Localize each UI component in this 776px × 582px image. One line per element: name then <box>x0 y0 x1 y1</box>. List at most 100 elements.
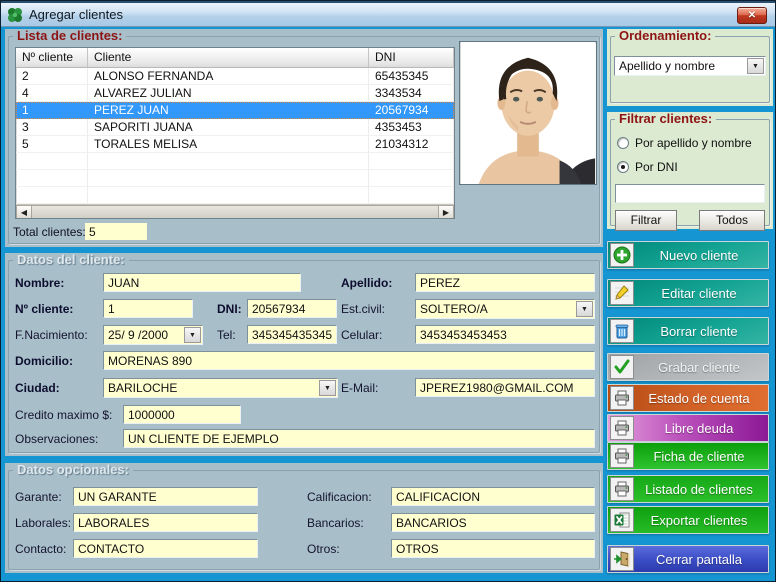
close-button[interactable]: ✕ <box>737 7 767 24</box>
table-row[interactable]: 2 ALONSO FERNANDA 65435345 <box>16 68 454 85</box>
cerrar-pantalla-button[interactable]: Cerrar pantalla <box>607 545 769 573</box>
window-title: Agregar clientes <box>29 7 123 22</box>
bancarios-label: Bancarios: <box>307 514 364 532</box>
laborales-label: Laborales: <box>15 514 71 532</box>
filter-group-title: Filtrar clientes: <box>615 112 716 126</box>
observaciones-field[interactable] <box>123 429 595 448</box>
tel-field[interactable] <box>247 325 337 344</box>
est-civil-label: Est.civil: <box>341 300 385 318</box>
column-header-dni[interactable]: DNI <box>369 48 454 68</box>
ciudad-selected-value: BARILOCHE <box>104 379 318 397</box>
credito-label: Credito maximo $: <box>15 406 112 424</box>
total-clients-field <box>85 223 147 240</box>
table-row[interactable]: 5 TORALES MELISA 21034312 <box>16 136 454 153</box>
printer-icon <box>610 416 634 440</box>
otros-field[interactable] <box>391 539 595 558</box>
bancarios-field[interactable] <box>391 513 595 532</box>
client-list-group-title: Lista de clientes: <box>13 29 126 43</box>
nombre-field[interactable] <box>103 273 301 292</box>
table-row-empty <box>16 170 454 187</box>
printer-icon <box>610 386 634 410</box>
chevron-down-icon[interactable]: ▼ <box>184 327 201 343</box>
f-nacimiento-label: F.Nacimiento: <box>15 326 88 344</box>
plus-icon <box>610 243 634 267</box>
table-row-empty <box>16 187 454 204</box>
f-nacimiento-value: 25/ 9 /2000 <box>104 326 183 344</box>
apellido-field[interactable] <box>415 273 595 292</box>
ciudad-combobox[interactable]: BARILOCHE ▼ <box>103 378 338 398</box>
check-icon <box>610 355 634 379</box>
editar-cliente-button[interactable]: Editar cliente <box>607 279 769 307</box>
scroll-left-arrow-icon[interactable]: ◀ <box>16 205 32 219</box>
portrait-image <box>460 42 596 184</box>
printer-icon <box>610 477 634 501</box>
ciudad-label: Ciudad: <box>15 379 60 397</box>
excel-icon <box>610 508 634 532</box>
client-data-panel: Datos del cliente: Nombre: Apellido: Nº … <box>5 253 603 456</box>
optional-data-panel: Datos opcionales: Garante: Calificacion:… <box>5 463 603 573</box>
client-table: Nº cliente Cliente DNI 2 ALONSO FERNANDA… <box>15 47 455 219</box>
estado-de-cuenta-button[interactable]: Estado de cuenta <box>607 384 769 412</box>
optional-group-title: Datos opcionales: <box>13 463 133 477</box>
num-cliente-field[interactable] <box>103 299 193 318</box>
est-civil-selected-value: SOLTERO/A <box>416 300 575 318</box>
scrollbar-thumb[interactable] <box>32 205 438 219</box>
otros-label: Otros: <box>307 540 340 558</box>
app-clover-icon <box>7 7 23 23</box>
client-data-group-title: Datos del cliente: <box>13 253 129 267</box>
contacto-label: Contacto: <box>15 540 66 558</box>
calificacion-field[interactable] <box>391 487 595 506</box>
pencil-icon <box>610 281 634 305</box>
nombre-label: Nombre: <box>15 274 64 292</box>
column-header-num[interactable]: Nº cliente <box>16 48 88 68</box>
dni-label: DNI: <box>217 300 242 318</box>
title-bar: Agregar clientes ✕ <box>1 1 775 27</box>
est-civil-combobox[interactable]: SOLTERO/A ▼ <box>415 299 595 319</box>
ordering-group-title: Ordenamiento: <box>615 29 715 43</box>
garante-field[interactable] <box>73 487 258 506</box>
table-row-empty <box>16 153 454 170</box>
calificacion-label: Calificacion: <box>307 488 372 506</box>
credito-field[interactable] <box>123 405 241 424</box>
email-label: E-Mail: <box>341 379 378 397</box>
apellido-label: Apellido: <box>341 274 392 292</box>
chevron-down-icon[interactable]: ▼ <box>576 301 593 317</box>
dni-field[interactable] <box>247 299 337 318</box>
celular-label: Celular: <box>341 326 382 344</box>
chevron-down-icon[interactable]: ▼ <box>319 380 336 396</box>
libre-deuda-button[interactable]: Libre deuda <box>607 414 769 442</box>
client-area: Lista de clientes: Nº cliente Cliente DN… <box>1 27 775 581</box>
exit-door-icon <box>610 547 634 571</box>
scroll-right-arrow-icon[interactable]: ▶ <box>438 205 454 219</box>
column-header-name[interactable]: Cliente <box>88 48 369 68</box>
total-clients-label: Total clientes: <box>13 225 86 239</box>
domicilio-label: Domicilio: <box>15 352 73 370</box>
email-field[interactable] <box>415 378 595 397</box>
client-table-header: Nº cliente Cliente DNI <box>16 48 454 68</box>
listado-de-clientes-button[interactable]: Listado de clientes <box>607 475 769 503</box>
laborales-field[interactable] <box>73 513 258 532</box>
horizontal-scrollbar: ◀ ▶ <box>16 204 454 219</box>
table-row[interactable]: 3 SAPORITI JUANA 4353453 <box>16 119 454 136</box>
grabar-cliente-button[interactable]: Grabar cliente <box>607 353 769 381</box>
client-photo <box>459 41 597 185</box>
table-row[interactable]: 4 ALVAREZ JULIAN 3343534 <box>16 85 454 102</box>
exportar-clientes-button[interactable]: Exportar clientes <box>607 506 769 534</box>
table-row-selected[interactable]: 1 PEREZ JUAN 20567934 <box>16 102 454 119</box>
num-cliente-label: Nº cliente: <box>15 300 73 318</box>
borrar-cliente-button[interactable]: Borrar cliente <box>607 317 769 345</box>
nuevo-cliente-button[interactable]: Nuevo cliente <box>607 241 769 269</box>
trash-icon <box>610 319 634 343</box>
close-icon: ✕ <box>748 10 756 21</box>
client-list-panel: Lista de clientes: Nº cliente Cliente DN… <box>5 29 603 247</box>
celular-field[interactable] <box>415 325 595 344</box>
contacto-field[interactable] <box>73 539 258 558</box>
printer-icon <box>610 444 634 468</box>
f-nacimiento-datepicker[interactable]: 25/ 9 /2000 ▼ <box>103 325 203 345</box>
garante-label: Garante: <box>15 488 62 506</box>
domicilio-field[interactable] <box>103 351 595 370</box>
ficha-de-cliente-button[interactable]: Ficha de cliente <box>607 442 769 470</box>
tel-label: Tel: <box>217 326 236 344</box>
observaciones-label: Observaciones: <box>15 430 98 448</box>
agregar-clientes-window: Agregar clientes ✕ Lista de clientes: Nº… <box>0 0 776 582</box>
